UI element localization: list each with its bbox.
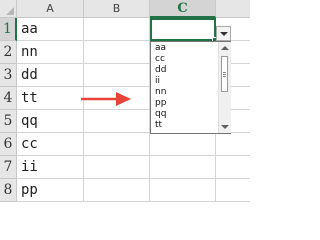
dropdown-option[interactable]: qq (155, 109, 166, 120)
gridline (83, 18, 84, 202)
row-header-3[interactable]: 3 (0, 64, 17, 87)
row-header-7[interactable]: 7 (0, 156, 17, 179)
row-header-4[interactable]: 4 (0, 87, 17, 110)
dropdown-option[interactable]: tt (155, 120, 162, 131)
dropdown-list: aa cc dd ii nn pp qq tt (150, 41, 231, 134)
right-arrow-icon (81, 92, 131, 106)
dropdown-button[interactable] (216, 26, 231, 41)
dropdown-scrollbar[interactable] (218, 42, 231, 133)
row-header-2[interactable]: 2 (0, 41, 17, 64)
column-header-b[interactable]: B (84, 0, 150, 18)
dropdown-option[interactable]: cc (155, 54, 165, 65)
cell-a1[interactable]: aa (21, 18, 38, 41)
chevron-down-icon (220, 32, 228, 36)
dropdown-option[interactable]: nn (155, 87, 166, 98)
dropdown-option[interactable]: ii (155, 76, 160, 87)
gridline (17, 155, 250, 156)
scrollbar-thumb[interactable] (221, 56, 228, 92)
row-header-5[interactable]: 5 (0, 110, 17, 133)
grip-line (223, 76, 226, 77)
cell-a5[interactable]: qq (21, 110, 38, 133)
dropdown-option[interactable]: dd (155, 65, 166, 76)
column-header-c[interactable]: C (150, 0, 216, 18)
scroll-up-icon[interactable] (221, 46, 229, 50)
cell-a7[interactable]: ii (21, 156, 38, 179)
cell-a2[interactable]: nn (21, 41, 38, 64)
dropdown-option[interactable]: pp (155, 98, 166, 109)
cell-a4[interactable]: tt (21, 87, 38, 110)
gridline (17, 178, 250, 179)
scroll-down-icon[interactable] (221, 125, 229, 129)
column-header-a[interactable]: A (17, 0, 84, 18)
cell-a8[interactable]: pp (21, 179, 38, 202)
gridline (17, 201, 250, 202)
select-all-triangle-icon (6, 7, 14, 15)
dropdown-option[interactable]: aa (155, 43, 166, 54)
grip-line (223, 74, 226, 75)
cell-a3[interactable]: dd (21, 64, 38, 87)
row-header-6[interactable]: 6 (0, 133, 17, 156)
cell-a6[interactable]: cc (21, 133, 38, 156)
column-header-d[interactable] (216, 0, 250, 18)
spreadsheet: A B C 1 2 3 4 5 6 7 8 aa nn dd tt qq cc … (0, 0, 250, 202)
row-header-1[interactable]: 1 (0, 18, 17, 41)
select-all-corner[interactable] (0, 0, 17, 18)
grip-line (223, 72, 226, 73)
row-header-8[interactable]: 8 (0, 179, 17, 202)
cell-c1-selected[interactable] (150, 18, 216, 41)
